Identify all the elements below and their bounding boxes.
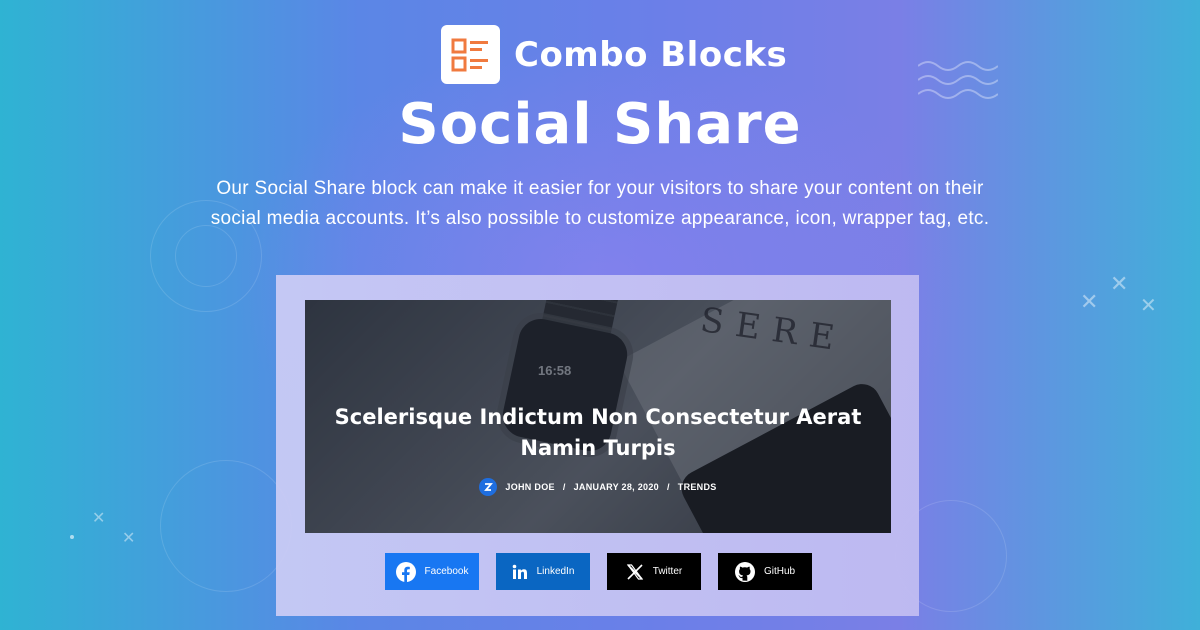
page-title: Social Share <box>398 92 802 157</box>
post-hero[interactable]: SERE 16:58 Scelerisque Indictum Non Cons… <box>305 300 891 533</box>
twitter-share-button[interactable]: Twitter <box>607 553 701 590</box>
post-category[interactable]: TRENDS <box>678 482 717 492</box>
post-meta: JOHN DOE / JANUARY 28, 2020 / TRENDS <box>305 478 891 496</box>
decorative-cross-icon: ✕ <box>1140 293 1157 317</box>
decorative-cross-icon: ✕ <box>92 508 106 527</box>
linkedin-icon <box>512 564 528 580</box>
brand-name: Combo Blocks <box>514 34 788 75</box>
github-label: GitHub <box>763 566 796 577</box>
decorative-cross-icon: ✕ <box>1110 272 1129 297</box>
twitter-label: Twitter <box>652 566 683 577</box>
github-icon <box>734 561 755 582</box>
share-buttons: Facebook LinkedIn Twitter GitHub <box>385 553 812 590</box>
linkedin-label: LinkedIn <box>536 566 575 577</box>
post-date: JANUARY 28, 2020 <box>573 482 659 492</box>
meta-separator: / <box>562 482 566 492</box>
decorative-cross-icon: ✕ <box>122 528 136 547</box>
decorative-circle <box>175 225 237 287</box>
brand: Combo Blocks <box>441 25 787 84</box>
facebook-label: Facebook <box>424 566 469 577</box>
facebook-icon <box>395 561 416 582</box>
meta-separator: / <box>666 482 670 492</box>
preview-panel: SERE 16:58 Scelerisque Indictum Non Cons… <box>276 275 919 616</box>
list-layout-icon <box>441 25 500 84</box>
decorative-dot <box>70 535 74 539</box>
post-author[interactable]: JOHN DOE <box>505 482 554 492</box>
page-description: Our Social Share block can make it easie… <box>210 178 990 229</box>
linkedin-share-button[interactable]: LinkedIn <box>496 553 590 590</box>
x-twitter-icon <box>626 563 644 581</box>
github-share-button[interactable]: GitHub <box>718 553 812 590</box>
facebook-share-button[interactable]: Facebook <box>385 553 479 590</box>
decorative-circle <box>160 460 292 592</box>
post-title[interactable]: Scelerisque Indictum Non Consectetur Aer… <box>305 402 891 464</box>
author-avatar-icon <box>479 478 498 496</box>
decorative-cross-icon: ✕ <box>1080 290 1099 315</box>
